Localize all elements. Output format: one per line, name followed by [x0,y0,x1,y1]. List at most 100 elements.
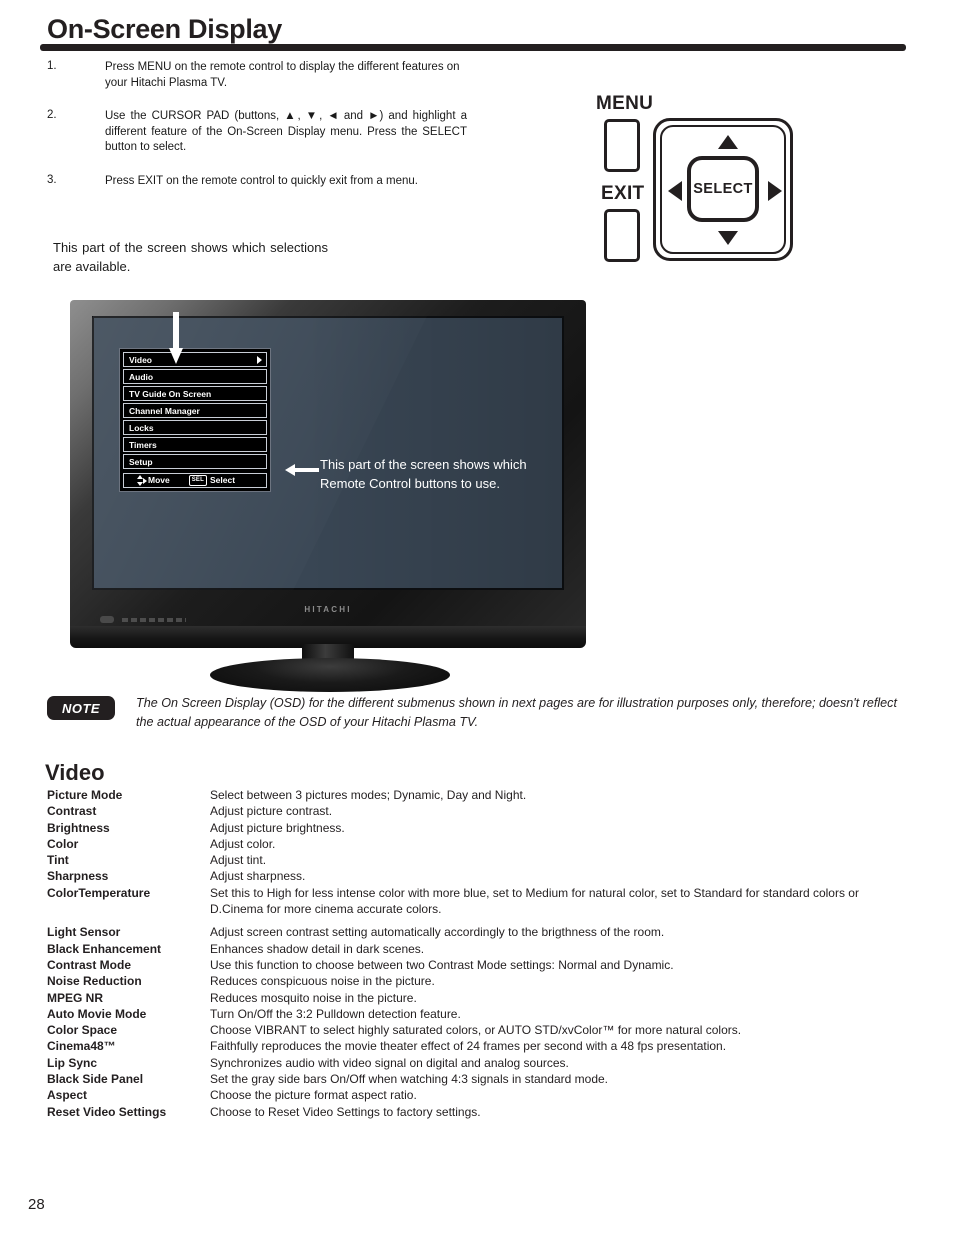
setting-description: Choose to Reset Video Settings to factor… [210,1104,481,1119]
setting-description: Reduces conspicuous noise in the picture… [210,974,435,989]
setting-description: Adjust picture contrast. [210,804,333,819]
step-number: 1. [47,60,57,72]
osd-hint-bar: Move SEL Select [123,473,267,488]
setting-name: MPEG NR [47,990,104,1005]
osd-item-label: Channel Manager [129,406,200,416]
tv-ir-sensor [100,616,114,623]
cursor-left-icon[interactable] [668,181,682,201]
setting-name: Cinema48™ [47,1039,116,1054]
table-row: Contrast Mode Use this function to choos… [47,957,907,973]
instruction-step: 2. Use the CURSOR PAD (buttons, ▲, ▼, ◄ … [47,109,467,156]
setting-name: Color [47,836,79,851]
table-row: Reset Video Settings Choose to Reset Vid… [47,1104,907,1120]
table-row: Sharpness Adjust sharpness. [47,868,907,884]
osd-item-timers[interactable]: Timers [123,437,267,452]
callout-selections-available: This part of the screen shows which sele… [53,240,328,274]
osd-select-label: Select [210,475,236,485]
osd-item-setup[interactable]: Setup [123,454,267,469]
setting-name: ColorTemperature [47,885,151,900]
note-badge: NOTE [47,696,115,720]
setting-description: Adjust picture brightness. [210,820,345,835]
step-number: 2. [47,109,57,121]
instruction-step: 3. Press EXIT on the remote control to q… [47,174,467,190]
osd-item-locks[interactable]: Locks [123,420,267,435]
table-row: Color Space Choose VIBRANT to select hig… [47,1022,907,1038]
osd-item-audio[interactable]: Audio [123,369,267,384]
setting-name: Lip Sync [47,1055,98,1070]
step-number: 3. [47,173,57,186]
sel-key-icon: SEL [188,475,208,486]
setting-description: Adjust screen contrast setting automatic… [210,925,665,940]
setting-name: Reset Video Settings [47,1104,167,1119]
setting-description: Faithfully reproduces the movie theater … [210,1039,727,1054]
setting-description: Adjust tint. [210,853,267,868]
table-row: Contrast Adjust picture contrast. [47,803,907,819]
callout-remote-buttons: This part of the screen shows which Remo… [320,457,527,491]
osd-item-label: Locks [129,423,154,433]
pointer-arrow-left [285,464,319,476]
table-row: Noise Reduction Reduces conspicuous nois… [47,973,907,989]
cursor-right-icon[interactable] [768,181,782,201]
step-text: Press MENU on the remote control to disp… [105,61,460,89]
setting-description: Select between 3 pictures modes; Dynamic… [210,788,527,802]
setting-name: Brightness [47,820,110,835]
cursor-up-icon[interactable] [718,135,738,149]
table-row: Black Side Panel Set the gray side bars … [47,1071,907,1087]
setting-name: Noise Reduction [47,974,142,989]
setting-name: Contrast Mode [47,957,131,972]
osd-item-video[interactable]: Video [123,352,267,367]
osd-item-label: Audio [129,372,154,382]
table-row: MPEG NR Reduces mosquito noise in the pi… [47,990,907,1006]
table-row: Brightness Adjust picture brightness. [47,820,907,836]
cursor-pad[interactable]: SELECT [653,118,793,261]
setting-name: Contrast [47,804,97,819]
setting-description: Adjust color. [210,836,276,851]
osd-item-label: TV Guide On Screen [129,389,212,399]
select-button[interactable]: SELECT [687,156,759,222]
setting-description: Set the gray side bars On/Off when watch… [210,1072,609,1087]
setting-description: Enhances shadow detail in dark scenes. [210,941,425,956]
osd-item-label: Video [129,355,152,365]
instruction-step: 1. Press MENU on the remote control to d… [47,60,467,91]
table-row: ColorTemperature Set this to High for le… [47,885,907,918]
setting-description: Use this function to choose between two … [210,957,674,972]
table-row: Light Sensor Adjust screen contrast sett… [47,924,907,940]
osd-item-label: Timers [129,440,157,450]
tv-brand-logo: HITACHI [304,605,352,614]
osd-item-label: Setup [129,457,153,467]
setting-name: Light Sensor [47,925,121,940]
menu-button[interactable] [604,119,640,172]
tv-stand-base [210,658,450,692]
step-text: Press EXIT on the remote control to quic… [105,174,418,187]
setting-description: Reduces mosquito noise in the picture. [210,990,417,1005]
menu-button-label: MENU [596,93,654,114]
table-row: Color Adjust color. [47,836,907,852]
instruction-steps: 1. Press MENU on the remote control to d… [47,60,467,205]
table-row: Cinema48™ Faithfully reproduces the movi… [47,1038,907,1054]
setting-description: Set this to High for less intense color … [210,885,859,917]
title-divider [40,44,906,51]
setting-description: Adjust sharpness. [210,869,306,884]
setting-name: Picture Mode [47,788,123,802]
osd-item-tv-guide-on-screen[interactable]: TV Guide On Screen [123,386,267,401]
exit-button[interactable] [604,209,640,262]
tv-control-strip [122,618,186,622]
setting-name: Aspect [47,1088,88,1103]
setting-description: Choose the picture format aspect ratio. [210,1088,417,1103]
cursor-down-icon[interactable] [718,231,738,245]
setting-name: Tint [47,853,69,868]
setting-description: Turn On/Off the 3:2 Pulldown detection f… [210,1006,461,1021]
osd-move-label: Move [148,475,170,485]
osd-menu: Video Audio TV Guide On Screen Channel M… [119,348,271,492]
note-block: NOTE The On Screen Display (OSD) for the… [47,694,907,732]
video-settings-table: Picture Mode Select between 3 pictures m… [47,787,907,1120]
setting-name: Color Space [47,1023,118,1038]
setting-description: Choose VIBRANT to select highly saturate… [210,1023,742,1038]
exit-button-label: EXIT [601,183,645,204]
remote-control-diagram: MENU EXIT SELECT [590,93,820,273]
table-row: Picture Mode Select between 3 pictures m… [47,787,907,803]
table-row: Auto Movie Mode Turn On/Off the 3:2 Pull… [47,1006,907,1022]
osd-item-channel-manager[interactable]: Channel Manager [123,403,267,418]
chevron-right-icon [257,356,262,364]
table-row: Black Enhancement Enhances shadow detail… [47,941,907,957]
